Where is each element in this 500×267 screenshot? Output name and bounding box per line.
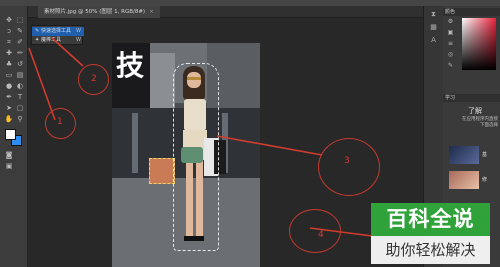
- history-panel-icon[interactable]: ⧗: [427, 9, 441, 19]
- learn-text-line: 下面选择: [480, 123, 498, 128]
- path-selection-tool-icon[interactable]: ➤: [4, 104, 14, 113]
- shortcut-label: W: [76, 37, 81, 43]
- menu-item-quick-selection[interactable]: ✎ 快速选择工具 W: [32, 27, 84, 36]
- lasso-tool-icon[interactable]: ↄ: [4, 27, 14, 36]
- tutorial-label[interactable]: 基: [482, 151, 487, 158]
- eyedropper-tool-icon[interactable]: ✐: [15, 38, 25, 47]
- color-picker-field[interactable]: [462, 18, 496, 70]
- tutorial-label[interactable]: 修: [482, 176, 487, 183]
- menu-item-label: 快速选择工具: [41, 28, 72, 34]
- adjust-icon[interactable]: ⚙: [446, 18, 455, 26]
- learn-tab-label: 学习: [445, 95, 456, 101]
- tutorial-thumbnail[interactable]: [449, 171, 479, 189]
- dodge-tool-icon[interactable]: ◐: [15, 82, 25, 91]
- tool-flyout-menu: ✎ 快速选择工具 W ✦ 魔棒工具 W: [31, 25, 84, 45]
- site-watermark: 百科全说 助你轻松解决: [371, 203, 490, 264]
- color-tab-label: 颜色: [445, 9, 456, 15]
- healing-brush-tool-icon[interactable]: ✚: [4, 49, 14, 58]
- tools-panel: ✥ ⬚ ↄ ✎ ⌗ ✐ ✚ ✏ ♣ ↺ ▭ ▤ ● ◐ ✒ T ➤ ▢ ✋ ⚲ …: [0, 6, 28, 267]
- color-panel-tools: ⚙ ▣ ≡ ◎ ✎: [446, 18, 458, 70]
- history-brush-tool-icon[interactable]: ↺: [15, 60, 25, 69]
- clone-stamp-tool-icon[interactable]: ♣: [4, 60, 14, 69]
- eraser-tool-icon[interactable]: ▭: [4, 71, 14, 80]
- watermark-subtitle: 助你轻松解决: [371, 236, 490, 264]
- hand-tool-icon[interactable]: ✋: [4, 115, 14, 124]
- selection-marquee[interactable]: [173, 63, 219, 251]
- swatches-icon[interactable]: ▣: [446, 29, 455, 37]
- type-tool-icon[interactable]: T: [15, 93, 25, 102]
- menu-item-magic-wand[interactable]: ✦ 魔棒工具 W: [32, 36, 84, 45]
- pen-tool-icon[interactable]: ✒: [4, 93, 14, 102]
- channels-icon[interactable]: ◎: [446, 51, 455, 59]
- learn-panel-description: 在应用程序内直接 下面选择: [450, 117, 498, 129]
- quick-selection-tool-icon[interactable]: ✎: [15, 27, 25, 36]
- color-panel-tab[interactable]: 颜色: [443, 8, 500, 16]
- callout-number-3: 3: [344, 156, 350, 166]
- rectangle-tool-icon[interactable]: ▢: [15, 104, 25, 113]
- document-tab-title: 素材照片.jpg @ 50% (图层 1, RGB/8#): [44, 9, 146, 15]
- gift-box: [149, 158, 175, 184]
- tutorial-thumbnail[interactable]: [449, 146, 479, 164]
- blur-tool-icon[interactable]: ●: [4, 82, 14, 91]
- watermark-title: 百科全说: [371, 203, 490, 236]
- callout-number-1: 1: [57, 117, 63, 127]
- document-tab-bar: 素材照片.jpg @ 50% (图层 1, RGB/8#) ×: [28, 6, 423, 18]
- properties-panel-icon[interactable]: ▦: [427, 22, 441, 32]
- photo-sign-text: 技: [116, 49, 145, 82]
- photo-glass-highlight: [132, 113, 138, 173]
- character-panel-icon[interactable]: A: [427, 35, 441, 45]
- learn-panel-tab[interactable]: 学习: [443, 94, 500, 102]
- zoom-tool-icon[interactable]: ⚲: [15, 115, 25, 124]
- marquee-tool-icon[interactable]: ⬚: [15, 16, 25, 25]
- move-tool-icon[interactable]: ✥: [4, 16, 14, 25]
- callout-circle-4: [289, 209, 341, 253]
- learn-panel-title: 了解: [468, 107, 482, 115]
- foreground-color-swatch[interactable]: [5, 129, 16, 140]
- callout-circle-3: [318, 138, 380, 196]
- layers-icon[interactable]: ≡: [446, 40, 455, 48]
- screen-mode-icon[interactable]: ▣: [4, 162, 14, 171]
- close-tab-icon[interactable]: ×: [149, 9, 154, 15]
- document-tab[interactable]: 素材照片.jpg @ 50% (图层 1, RGB/8#) ×: [38, 6, 160, 18]
- paths-icon[interactable]: ✎: [446, 62, 455, 70]
- shortcut-label: W: [76, 28, 81, 34]
- menu-item-label: 魔棒工具: [41, 37, 62, 43]
- callout-number-4: 4: [318, 230, 324, 240]
- crop-tool-icon[interactable]: ⌗: [4, 38, 14, 47]
- quick-mask-icon[interactable]: ◙: [4, 151, 14, 160]
- gradient-tool-icon[interactable]: ▤: [15, 71, 25, 80]
- brush-tool-icon[interactable]: ✏: [15, 49, 25, 58]
- callout-number-2: 2: [91, 74, 97, 84]
